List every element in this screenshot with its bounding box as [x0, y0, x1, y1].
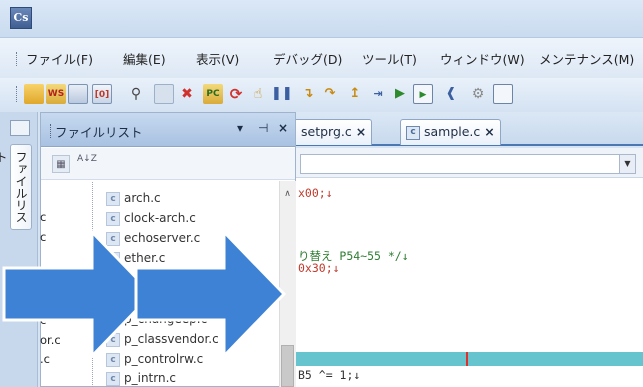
tab-label: sample.c	[423, 124, 481, 139]
breakpoint-marker	[466, 352, 468, 366]
tab-close-icon[interactable]: ×	[484, 124, 494, 139]
open-window-icon[interactable]	[68, 84, 88, 104]
menu-edit[interactable]: 編集(E)	[123, 51, 166, 69]
sort-icon[interactable]: A↓Z	[77, 155, 97, 173]
menu-debug[interactable]: デバッグ(D)	[273, 51, 342, 69]
file-item[interactable]: p_intrn.c	[124, 371, 176, 385]
split-icon[interactable]: [0]	[92, 84, 112, 104]
run-icon[interactable]: ▶	[390, 84, 410, 104]
step-over-icon[interactable]: ↷	[320, 84, 340, 104]
run-to-cursor-icon[interactable]: ⇥	[368, 84, 388, 104]
tab-label: setprg.c	[301, 124, 352, 139]
step-into-icon[interactable]: ↴	[298, 84, 318, 104]
pause-icon[interactable]: ❚❚	[271, 84, 293, 104]
menu-tools[interactable]: ツール(T)	[362, 51, 417, 69]
current-line-highlight	[296, 352, 643, 366]
title-bar	[0, 0, 643, 38]
menu-maintenance[interactable]: メンテナンス(M)	[539, 51, 634, 69]
side-tab-file-list[interactable]: ファイルリスト	[0, 144, 32, 230]
refresh-icon[interactable]: ⟳	[226, 84, 246, 104]
chevron-down-icon[interactable]: ▼	[619, 155, 635, 173]
scroll-up-icon[interactable]: ∧	[279, 186, 296, 202]
list-item[interactable]: c	[40, 210, 46, 224]
file-item[interactable]: arch.c	[124, 191, 161, 205]
step-out-icon[interactable]: ↥	[345, 84, 365, 104]
file-list-panel-title: ファイルリスト	[55, 125, 143, 140]
memory-icon[interactable]	[493, 84, 513, 104]
new-file-icon[interactable]	[24, 84, 44, 104]
function-select[interactable]	[300, 154, 636, 174]
menu-view[interactable]: 表示(V)	[196, 51, 239, 69]
stop-icon[interactable]	[154, 84, 174, 104]
c-file-icon: c	[106, 212, 120, 226]
c-file-icon: c	[106, 372, 120, 386]
tab-sample[interactable]: c sample.c ×	[400, 119, 501, 145]
search-icon[interactable]: ⚲	[126, 84, 146, 104]
pointer-icon[interactable]: ☝	[248, 84, 268, 104]
app-icon: Cs	[10, 7, 32, 29]
arrow-right-icon	[134, 228, 287, 360]
toolbar-grip-handle[interactable]	[16, 86, 19, 102]
code-line: x00;↓	[298, 186, 333, 200]
ws-icon[interactable]: WS	[46, 84, 66, 104]
panel-dropdown-icon[interactable]: ▾	[237, 121, 243, 135]
c-file-icon: c	[106, 192, 120, 206]
panel-layout-icon[interactable]	[10, 120, 30, 136]
settings-icon[interactable]: ⚙	[468, 84, 488, 104]
categorize-icon[interactable]: ▦	[52, 155, 70, 173]
watch-icon[interactable]: ❰	[441, 84, 461, 104]
tab-close-icon[interactable]: ×	[356, 124, 366, 139]
code-line: B5 ^= 1;↓	[298, 368, 361, 382]
menu-grip-handle[interactable]	[16, 52, 19, 66]
c-file-icon: c	[406, 125, 420, 140]
panel-pin-icon[interactable]: ⊣	[258, 121, 268, 135]
delete-breakpoint-icon[interactable]: ✖	[177, 84, 197, 104]
panel-grip-handle[interactable]	[50, 124, 53, 138]
run-window-icon[interactable]: ▶	[413, 84, 433, 104]
file-item[interactable]: clock-arch.c	[124, 211, 196, 225]
menu-file[interactable]: ファイル(F)	[26, 51, 93, 69]
tab-setprg[interactable]: setprg.c ×	[296, 119, 373, 145]
menu-window[interactable]: ウィンドウ(W)	[440, 51, 525, 69]
code-line: 0x30;↓	[298, 261, 340, 275]
panel-close-icon[interactable]: ×	[278, 121, 288, 135]
pc-icon[interactable]: PC	[203, 84, 223, 104]
